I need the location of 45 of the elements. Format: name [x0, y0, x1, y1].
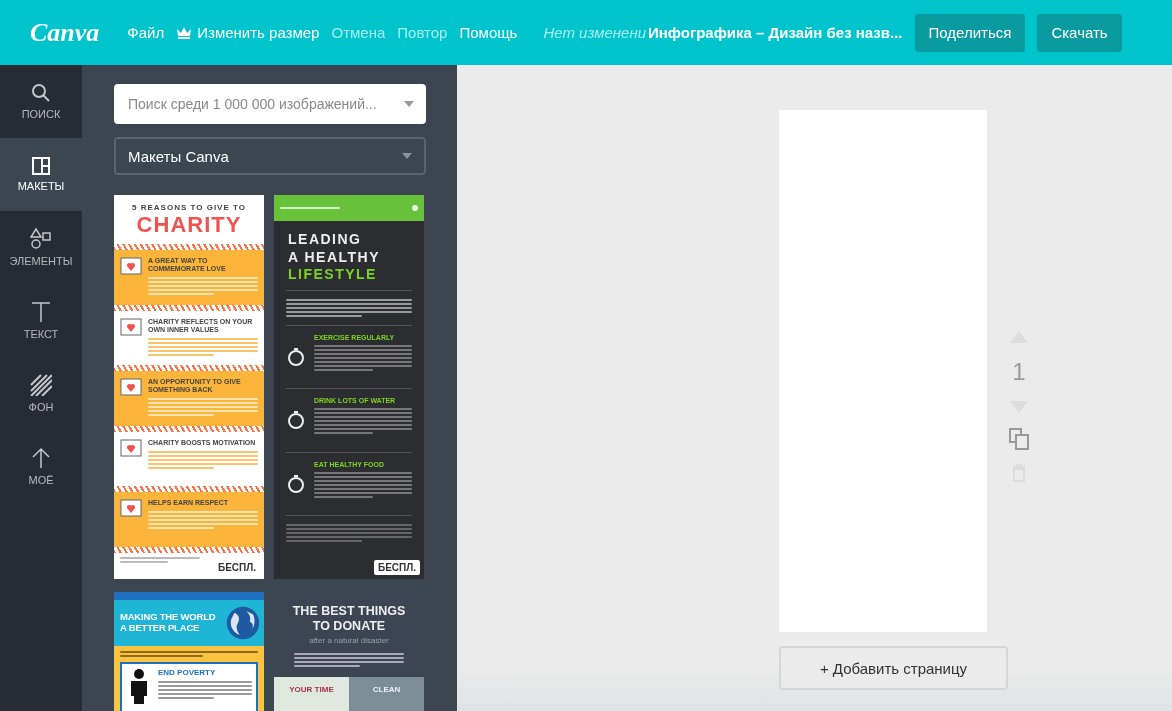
sidebar-tab[interactable]: МОЁ: [0, 430, 82, 503]
template-thumbnail[interactable]: MAKING THE WORLD A BETTER PLACE END POVERTY: [114, 592, 264, 711]
template-heading: LEADING: [288, 231, 363, 249]
template-tile: CLEAN: [349, 677, 424, 711]
heart-flag-icon: [120, 438, 142, 457]
free-badge: БЕСПЛ.: [373, 560, 420, 575]
search-icon: [31, 83, 51, 103]
heart-flag-icon: [120, 378, 142, 397]
globe-icon: [226, 606, 260, 640]
crown-icon: [176, 26, 193, 39]
sidebar-tab[interactable]: ЭЛЕМЕНТЫ: [0, 211, 82, 284]
template-heading: A BETTER PLACE: [120, 623, 201, 634]
save-status: Нет изменени: [543, 24, 647, 41]
template-heading: 5 REASONS TO GIVE TO: [131, 203, 247, 212]
template-subtitle: after a natural disaster: [309, 636, 389, 645]
template-section-heading: END POVERTY: [158, 668, 217, 677]
text-icon: [31, 301, 51, 323]
arrow-up-icon: [32, 447, 50, 469]
template-heading: MAKING THE WORLD: [120, 612, 217, 623]
template-dropdown[interactable]: Макеты Canva: [114, 137, 426, 175]
add-page-button[interactable]: + Добавить страницу: [779, 646, 1008, 690]
circle-icon: [286, 474, 306, 495]
sidebar-tab[interactable]: ПОИСК: [0, 65, 82, 138]
circle-icon: [286, 346, 306, 367]
circle-icon: [286, 410, 306, 431]
template-heading: THE BEST THINGS: [292, 604, 406, 619]
layout-icon: [32, 157, 50, 175]
shapes-icon: [30, 228, 52, 250]
sidebar-tab[interactable]: ФОН: [0, 357, 82, 430]
template-heading: CHARITY: [135, 212, 243, 238]
template-tile: YOUR TIME: [274, 677, 349, 711]
caret-icon: [402, 153, 412, 159]
template-heading: A HEALTHY: [288, 248, 382, 266]
template-heading: TO DONATE: [311, 619, 387, 634]
heart-flag-icon: [120, 257, 142, 275]
template-heading: LIFESTYLE: [288, 266, 378, 284]
copy-icon[interactable]: [1009, 428, 1029, 450]
heart-flag-icon: [120, 499, 142, 518]
sidebar-tab[interactable]: ТЕКСТ: [0, 284, 82, 357]
search-field[interactable]: Поиск среди 1 000 000 изображений...: [114, 84, 426, 124]
stripes-icon: [30, 374, 52, 396]
page-number: 1: [1012, 358, 1026, 386]
caret-icon: [404, 101, 414, 107]
heart-flag-icon: [120, 317, 142, 336]
logo-dot-icon: [412, 205, 418, 211]
